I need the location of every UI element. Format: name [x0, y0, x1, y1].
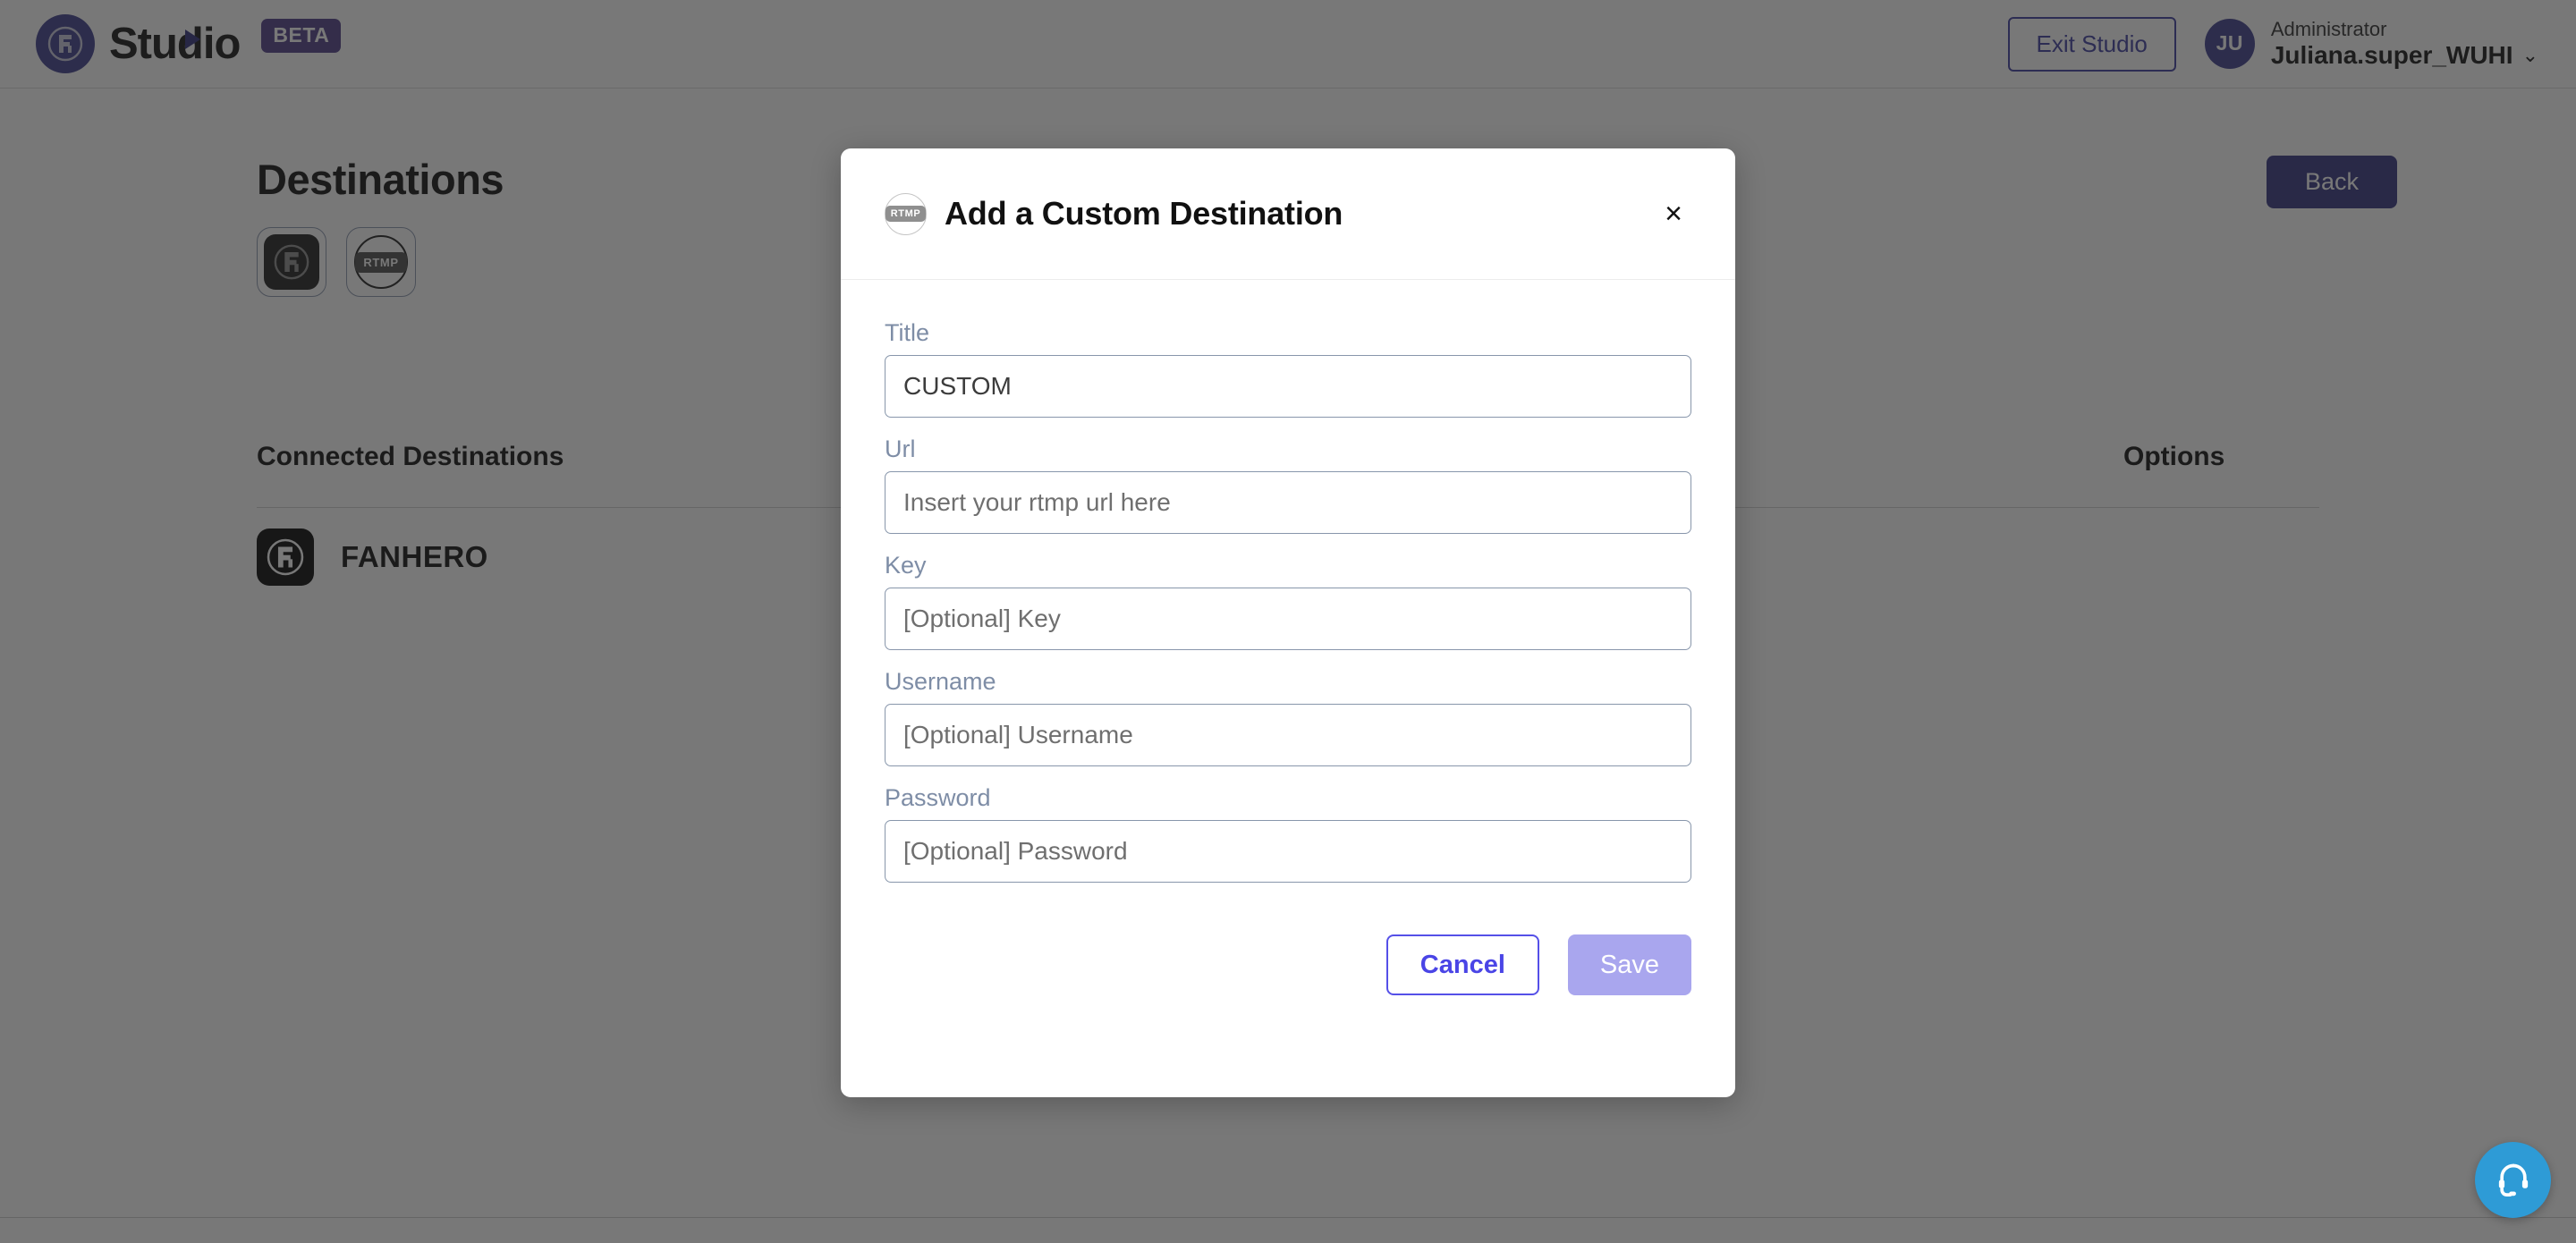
field-label-url: Url — [885, 435, 916, 462]
rtmp-icon: RTMP — [885, 192, 927, 235]
field-username: Username — [885, 668, 1691, 766]
password-input[interactable] — [885, 820, 1691, 883]
add-custom-destination-modal: RTMP Add a Custom Destination × Title Ur… — [841, 148, 1735, 1097]
field-key: Key — [885, 552, 1691, 650]
save-button[interactable]: Save — [1567, 934, 1691, 995]
modal-footer: Cancel Save — [841, 901, 1735, 1035]
field-label-password: Password — [885, 784, 991, 811]
title-input[interactable] — [885, 355, 1691, 418]
modal-header: RTMP Add a Custom Destination × — [841, 148, 1735, 280]
support-chat-button[interactable] — [2475, 1142, 2551, 1218]
username-input[interactable] — [885, 704, 1691, 766]
field-label-username: Username — [885, 668, 996, 695]
cancel-button[interactable]: Cancel — [1385, 934, 1539, 995]
headset-icon — [2498, 1163, 2528, 1196]
field-label-key: Key — [885, 552, 927, 579]
modal-body: Title Url Key Username Password — [841, 280, 1735, 883]
url-input[interactable] — [885, 471, 1691, 534]
close-icon[interactable]: × — [1656, 193, 1691, 234]
modal-title: Add a Custom Destination — [945, 195, 1343, 232]
field-title: Title — [885, 319, 1691, 418]
key-input[interactable] — [885, 588, 1691, 650]
field-url: Url — [885, 435, 1691, 534]
field-password: Password — [885, 784, 1691, 883]
field-label-title: Title — [885, 319, 930, 346]
rtmp-icon-label: RTMP — [885, 206, 927, 222]
